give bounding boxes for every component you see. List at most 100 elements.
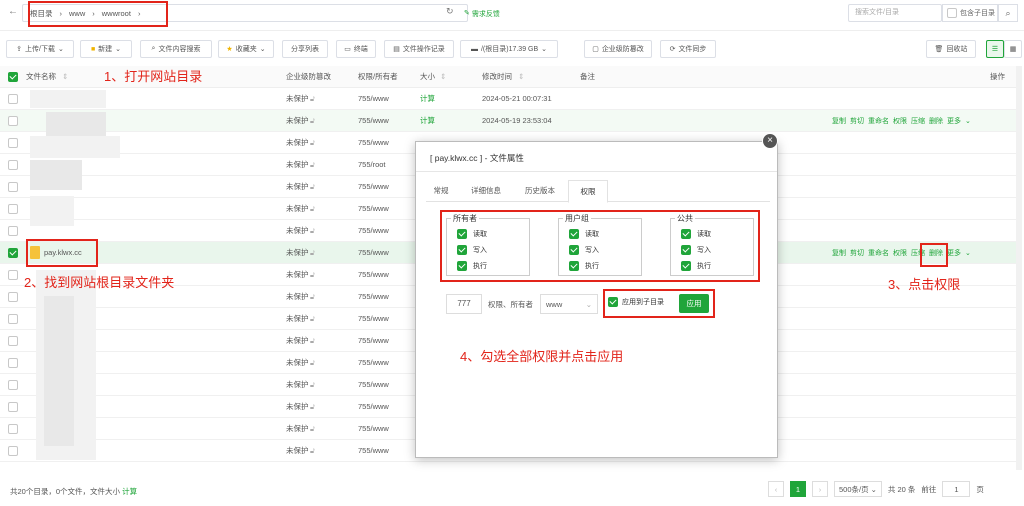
row-checkbox[interactable] (8, 270, 18, 280)
unlock-icon[interactable]: 🔓︎ (310, 154, 315, 176)
unlock-icon[interactable]: 🔓︎ (310, 374, 315, 396)
row-checkbox[interactable] (8, 226, 18, 236)
log-icon: ▤ (393, 46, 400, 53)
share-list-button[interactable]: 分享列表 (282, 40, 328, 58)
row-op-6[interactable]: 更多 (947, 116, 961, 126)
row-checkbox[interactable] (8, 402, 18, 412)
page-size-select[interactable]: 500条/页 ⌄ (834, 481, 882, 497)
cell-protect-status: 未保护 (286, 248, 309, 257)
perm-value-input[interactable]: 777 (446, 294, 482, 314)
terminal-button[interactable]: ▭ 终端 (336, 40, 376, 58)
unlock-icon[interactable]: 🔓︎ (310, 418, 315, 440)
select-all-checkbox[interactable] (8, 72, 18, 82)
grid-view-button[interactable]: ▦ (1004, 40, 1022, 58)
row-op-5[interactable]: 删除 (929, 116, 943, 126)
search-input[interactable]: 搜索文件/目录 (848, 4, 942, 22)
feedback-link[interactable]: ✎ 需求反馈 (464, 9, 500, 19)
current-page[interactable]: 1 (790, 481, 806, 497)
dialog-title-divider (416, 171, 777, 172)
header-name[interactable]: 文件名称 (26, 66, 56, 88)
row-op-1[interactable]: 剪切 (850, 248, 864, 258)
list-view-button[interactable]: ☰ (986, 40, 1004, 58)
tamper-protect-button[interactable]: ▢ 企业级防篡改 (584, 40, 652, 58)
file-sync-button[interactable]: ⟳ 文件同步 (660, 40, 716, 58)
include-subdir-checkbox[interactable] (947, 8, 957, 18)
unlock-icon[interactable]: 🔓︎ (310, 330, 315, 352)
prev-page-button[interactable]: ‹ (768, 481, 784, 497)
content-search-button[interactable]: ⌕ 文件内容搜索 (140, 40, 212, 58)
recycle-bin-button[interactable]: 🗑 回收站 (926, 40, 976, 58)
sort-icon[interactable]: ⇕ (518, 66, 524, 88)
unlock-icon[interactable]: 🔓︎ (310, 176, 315, 198)
table-row[interactable]: 未保护 755/www 计算 2024-05-21 00:07:31 🔓︎ (0, 88, 1016, 110)
row-checkbox[interactable] (8, 358, 18, 368)
unlock-icon[interactable]: 🔓︎ (310, 352, 315, 374)
include-subdir-option[interactable]: 包含子目录 (942, 4, 998, 22)
row-checkbox[interactable] (8, 380, 18, 390)
unlock-icon[interactable]: 🔓︎ (310, 440, 315, 462)
row-op-3[interactable]: 权限 (893, 116, 907, 126)
unlock-icon[interactable]: 🔓︎ (310, 132, 315, 154)
favorites-button[interactable]: ★ 收藏夹 ⌄ (218, 40, 274, 58)
row-checkbox[interactable] (8, 116, 18, 126)
unlock-icon[interactable]: 🔓︎ (310, 220, 315, 242)
sort-icon[interactable]: ⇕ (62, 66, 68, 88)
operation-log-button[interactable]: ▤ 文件操作记录 (384, 40, 454, 58)
unlock-icon[interactable]: 🔓︎ (310, 264, 315, 286)
next-page-button[interactable]: › (812, 481, 828, 497)
cell-size[interactable]: 计算 (420, 110, 435, 132)
row-checkbox[interactable] (8, 94, 18, 104)
row-checkbox[interactable] (8, 160, 18, 170)
tab-history[interactable]: 历史版本 (518, 180, 562, 202)
row-checkbox[interactable] (8, 292, 18, 302)
row-checkbox[interactable] (8, 182, 18, 192)
row-op-4[interactable]: 压缩 (911, 116, 925, 126)
unlock-icon[interactable]: 🔓︎ (310, 88, 315, 110)
owner-select[interactable]: www ⌄ (540, 294, 598, 314)
header-mtime[interactable]: 修改时间 (482, 66, 512, 88)
row-checkbox[interactable] (8, 446, 18, 456)
disk-button[interactable]: ▬/(根目录)17.39 GB ⌄ (460, 40, 558, 58)
row-op-2[interactable]: 重命名 (868, 248, 889, 258)
unlock-icon[interactable]: 🔓︎ (310, 286, 315, 308)
cell-size[interactable]: 计算 (420, 88, 435, 110)
tab-details[interactable]: 详细信息 (464, 180, 508, 202)
unlock-icon[interactable]: 🔓︎ (310, 110, 315, 132)
row-checkbox[interactable] (8, 424, 18, 434)
unlock-icon[interactable]: 🔓︎ (310, 242, 315, 264)
perm-owner-label: 权限、所有者 (488, 300, 533, 309)
calc-size-link[interactable]: 计算 (122, 487, 137, 496)
tab-permissions[interactable]: 权限 (568, 180, 608, 203)
folder-icon: ■ (90, 45, 96, 53)
row-op-2[interactable]: 重命名 (868, 116, 889, 126)
chevron-down-icon: ⌄ (585, 299, 592, 309)
row-checkbox[interactable] (8, 204, 18, 214)
upload-download-button[interactable]: ⇪ 上传/下载 ⌄ (6, 40, 74, 58)
tab-general[interactable]: 常规 (426, 180, 456, 202)
row-op-0[interactable]: 复制 (832, 248, 846, 258)
unlock-icon[interactable]: 🔓︎ (310, 308, 315, 330)
new-button[interactable]: ■ 新建 ⌄ (80, 40, 132, 58)
row-op-1[interactable]: 剪切 (850, 116, 864, 126)
chevron-down-icon: ⌄ (965, 250, 971, 257)
header-size[interactable]: 大小 (420, 66, 435, 88)
row-checkbox[interactable] (8, 248, 18, 258)
row-checkbox[interactable] (8, 314, 18, 324)
cell-perm-owner: 755/www (358, 204, 389, 213)
back-arrow-icon[interactable]: ← (8, 6, 18, 17)
cell-perm-owner: 755/www (358, 358, 389, 367)
refresh-icon[interactable]: ↻ (446, 6, 454, 17)
scrollbar[interactable] (1016, 66, 1022, 470)
search-button[interactable]: ⌕ (998, 4, 1018, 22)
goto-page-input[interactable]: 1 (942, 481, 971, 497)
dialog-close-button[interactable]: × (762, 133, 778, 149)
row-op-6[interactable]: 更多 (947, 248, 961, 258)
row-checkbox[interactable] (8, 336, 18, 346)
sort-icon[interactable]: ⇕ (440, 66, 446, 88)
unlock-icon[interactable]: 🔓︎ (310, 396, 315, 418)
row-checkbox[interactable] (8, 138, 18, 148)
cell-protect-status: 未保护 (286, 138, 309, 147)
row-op-0[interactable]: 复制 (832, 116, 846, 126)
row-op-3[interactable]: 权限 (893, 248, 907, 258)
unlock-icon[interactable]: 🔓︎ (310, 198, 315, 220)
